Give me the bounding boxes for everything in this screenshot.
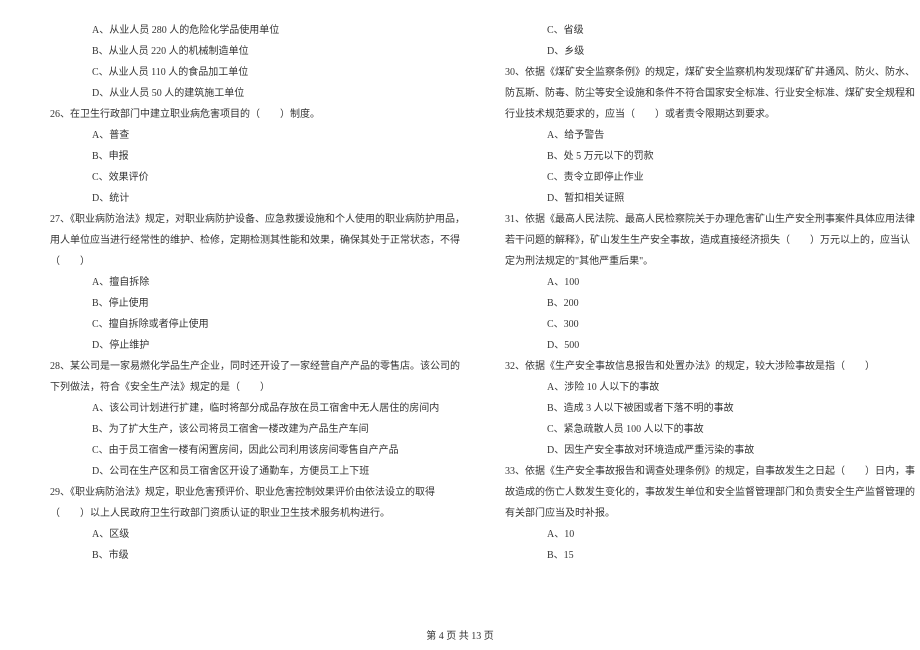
option-text: C、300 bbox=[505, 314, 915, 335]
question-31: 31、依据《最高人民法院、最高人民检察院关于办理危害矿山生产安全刑事案件具体应用… bbox=[505, 209, 915, 230]
option-text: C、效果评价 bbox=[50, 167, 465, 188]
option-text: B、处 5 万元以下的罚款 bbox=[505, 146, 915, 167]
option-text: A、区级 bbox=[50, 524, 465, 545]
option-text: C、省级 bbox=[505, 20, 915, 41]
option-text: D、停止维护 bbox=[50, 335, 465, 356]
option-text: D、公司在生产区和员工宿舍区开设了通勤车，方便员工上下班 bbox=[50, 461, 465, 482]
option-text: B、从业人员 220 人的机械制造单位 bbox=[50, 41, 465, 62]
question-26: 26、在卫生行政部门中建立职业病危害项目的（ ）制度。 bbox=[50, 104, 465, 125]
option-text: B、15 bbox=[505, 545, 915, 566]
option-text: D、500 bbox=[505, 335, 915, 356]
question-31-cont: 若干问题的解释》，矿山发生生产安全事故，造成直接经济损失（ ）万元以上的，应当认 bbox=[505, 230, 915, 251]
option-text: C、从业人员 110 人的食品加工单位 bbox=[50, 62, 465, 83]
question-27-cont: （ ） bbox=[50, 251, 465, 272]
question-33-cont: 有关部门应当及时补报。 bbox=[505, 503, 915, 524]
option-text: A、从业人员 280 人的危险化学品使用单位 bbox=[50, 20, 465, 41]
question-33-cont: 故造成的伤亡人数发生变化的，事故发生单位和安全监督管理部门和负责安全生产监督管理… bbox=[505, 482, 915, 503]
option-text: D、从业人员 50 人的建筑施工单位 bbox=[50, 83, 465, 104]
option-text: B、200 bbox=[505, 293, 915, 314]
option-text: B、停止使用 bbox=[50, 293, 465, 314]
option-text: C、擅自拆除或者停止使用 bbox=[50, 314, 465, 335]
option-text: B、为了扩大生产，该公司将员工宿舍一楼改建为产品生产车间 bbox=[50, 419, 465, 440]
question-30-cont: 防瓦斯、防毒、防尘等安全设施和条件不符合国家安全标准、行业安全标准、煤矿安全规程… bbox=[505, 83, 915, 104]
option-text: A、擅自拆除 bbox=[50, 272, 465, 293]
question-28-cont: 下列做法，符合《安全生产法》规定的是（ ） bbox=[50, 377, 465, 398]
question-31-cont: 定为刑法规定的"其他严重后果"。 bbox=[505, 251, 915, 272]
question-27: 27、《职业病防治法》规定，对职业病防护设备、应急救援设施和个人使用的职业病防护… bbox=[50, 209, 465, 230]
question-32: 32、依据《生产安全事故信息报告和处置办法》的规定，较大涉险事故是指（ ） bbox=[505, 356, 915, 377]
option-text: A、涉险 10 人以下的事故 bbox=[505, 377, 915, 398]
question-29-cont: （ ）以上人民政府卫生行政部门资质认证的职业卫生技术服务机构进行。 bbox=[50, 503, 465, 524]
option-text: B、造成 3 人以下被困或者下落不明的事故 bbox=[505, 398, 915, 419]
right-column: C、省级 D、乡级 30、依据《煤矿安全监察条例》的规定，煤矿安全监察机构发现煤… bbox=[485, 20, 920, 590]
option-text: B、申报 bbox=[50, 146, 465, 167]
question-29: 29、《职业病防治法》规定，职业危害预评价、职业危害控制效果评价由依法设立的取得 bbox=[50, 482, 465, 503]
option-text: A、100 bbox=[505, 272, 915, 293]
question-27-cont: 用人单位应当进行经常性的维护、检修，定期检测其性能和效果，确保其处于正常状态，不… bbox=[50, 230, 465, 251]
option-text: D、乡级 bbox=[505, 41, 915, 62]
option-text: A、普查 bbox=[50, 125, 465, 146]
page-footer: 第 4 页 共 13 页 bbox=[0, 627, 920, 642]
option-text: A、该公司计划进行扩建，临时将部分成品存放在员工宿舍中无人居住的房间内 bbox=[50, 398, 465, 419]
question-28: 28、某公司是一家易燃化学品生产企业，同时还开设了一家经营自产产品的零售店。该公… bbox=[50, 356, 465, 377]
option-text: C、紧急疏散人员 100 人以下的事故 bbox=[505, 419, 915, 440]
question-33: 33、依据《生产安全事故报告和调查处理条例》的规定，自事故发生之日起（ ）日内，… bbox=[505, 461, 915, 482]
question-30: 30、依据《煤矿安全监察条例》的规定，煤矿安全监察机构发现煤矿矿井通风、防火、防… bbox=[505, 62, 915, 83]
exam-page: A、从业人员 280 人的危险化学品使用单位 B、从业人员 220 人的机械制造… bbox=[0, 0, 920, 620]
option-text: D、暂扣相关证照 bbox=[505, 188, 915, 209]
question-30-cont: 行业技术规范要求的，应当（ ）或者责令限期达到要求。 bbox=[505, 104, 915, 125]
option-text: A、10 bbox=[505, 524, 915, 545]
option-text: A、给予警告 bbox=[505, 125, 915, 146]
option-text: D、统计 bbox=[50, 188, 465, 209]
option-text: B、市级 bbox=[50, 545, 465, 566]
option-text: C、由于员工宿舍一楼有闲置房间，因此公司利用该房间零售自产产品 bbox=[50, 440, 465, 461]
option-text: C、责令立即停止作业 bbox=[505, 167, 915, 188]
option-text: D、因生产安全事故对环境造成严重污染的事故 bbox=[505, 440, 915, 461]
left-column: A、从业人员 280 人的危险化学品使用单位 B、从业人员 220 人的机械制造… bbox=[40, 20, 485, 590]
